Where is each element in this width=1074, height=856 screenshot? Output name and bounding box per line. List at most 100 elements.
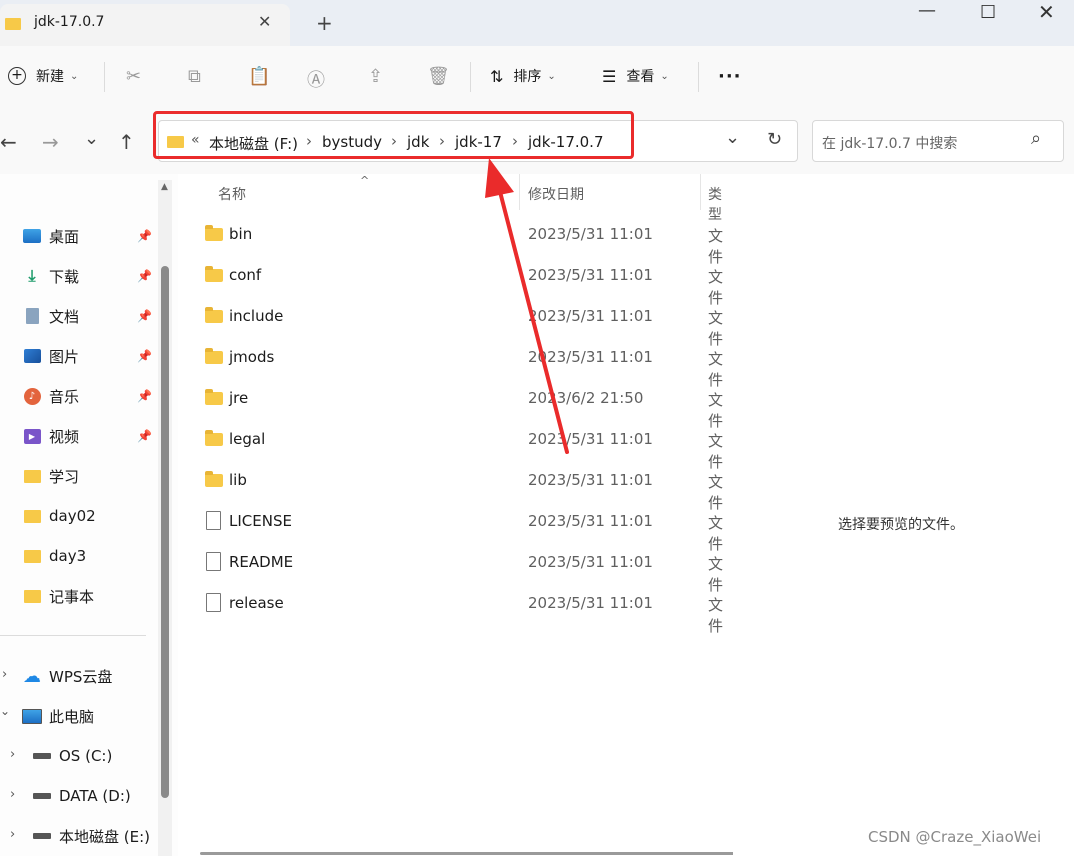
file-name: lib bbox=[229, 471, 247, 489]
sidebar-item-label: 桌面 bbox=[49, 227, 80, 246]
minimize-button[interactable]: — bbox=[918, 0, 936, 21]
sidebar-item-label: 学习 bbox=[49, 467, 80, 486]
file-row[interactable]: bin 2023/5/31 11:01 文件 bbox=[178, 214, 733, 266]
sidebar-item-wps-cloud[interactable]: ☁ WPS云盘 bbox=[22, 663, 112, 689]
pin-icon[interactable]: 📌 bbox=[137, 429, 152, 443]
file-name: README bbox=[229, 553, 294, 571]
file-row[interactable]: jmods 2023/5/31 11:01 文件 bbox=[178, 337, 733, 389]
sidebar-item-label: DATA (D:) bbox=[59, 787, 131, 805]
share-icon[interactable]: ⇪ bbox=[368, 66, 383, 87]
sidebar-item-downloads[interactable]: ⤓ 下载 bbox=[22, 263, 79, 289]
sidebar-item-label: 文档 bbox=[49, 307, 80, 326]
file-row[interactable]: LICENSE 2023/5/31 11:01 文件 bbox=[178, 501, 733, 553]
sidebar-item-label: 图片 bbox=[49, 347, 80, 366]
preview-pane: 选择要预览的文件。 bbox=[733, 174, 1074, 856]
sidebar-divider bbox=[0, 635, 146, 636]
sort-button[interactable]: ⇅ 排序 ⌄ bbox=[490, 66, 556, 86]
sidebar-item-desktop[interactable]: 桌面 bbox=[22, 223, 79, 249]
folder-icon bbox=[205, 225, 223, 241]
folder-icon bbox=[5, 18, 21, 30]
horizontal-scrollbar[interactable] bbox=[200, 852, 740, 855]
more-options-button[interactable]: ··· bbox=[718, 66, 742, 87]
sidebar-scrollbar[interactable]: ▲ bbox=[158, 180, 172, 856]
back-button[interactable]: ← bbox=[0, 130, 17, 154]
plus-circle-icon: + bbox=[8, 67, 26, 85]
tab-close-icon[interactable]: ✕ bbox=[258, 12, 271, 31]
column-divider[interactable] bbox=[700, 174, 701, 210]
pin-icon[interactable]: 📌 bbox=[137, 269, 152, 283]
document-icon bbox=[22, 307, 42, 325]
sort-icon: ⇅ bbox=[490, 66, 504, 86]
sidebar-item-day3[interactable]: day3 bbox=[22, 543, 86, 569]
file-name: jmods bbox=[229, 348, 275, 366]
search-icon[interactable]: ⌕ bbox=[1031, 128, 1041, 149]
expand-chevron-icon[interactable]: › bbox=[10, 787, 15, 802]
file-row[interactable]: README 2023/5/31 11:01 文件 bbox=[178, 542, 733, 594]
annotation-arrow-shaft bbox=[495, 178, 569, 454]
file-icon bbox=[206, 593, 221, 612]
drive-icon bbox=[32, 827, 52, 845]
file-date: 2023/5/31 11:01 bbox=[528, 512, 653, 530]
sidebar-item-label: 视频 bbox=[49, 427, 80, 446]
toolbar-divider bbox=[470, 62, 471, 92]
sidebar-item-pictures[interactable]: 图片 bbox=[22, 343, 79, 369]
pin-icon[interactable]: 📌 bbox=[137, 229, 152, 243]
sidebar-item-notepad[interactable]: 记事本 bbox=[22, 583, 94, 609]
up-button[interactable]: ↑ bbox=[118, 130, 135, 154]
sidebar-item-videos[interactable]: ▶ 视频 bbox=[22, 423, 79, 449]
folder-icon bbox=[22, 467, 42, 485]
scroll-up-arrow[interactable]: ▲ bbox=[161, 182, 168, 192]
file-row[interactable]: include 2023/5/31 11:01 文件 bbox=[178, 296, 733, 348]
collapse-chevron-icon[interactable]: ⌄ bbox=[0, 704, 10, 718]
file-row[interactable]: conf 2023/5/31 11:01 文件 bbox=[178, 255, 733, 307]
delete-icon[interactable]: 🗑 bbox=[427, 66, 450, 87]
sort-indicator-icon: ^ bbox=[360, 174, 370, 187]
file-icon bbox=[206, 552, 221, 571]
rename-icon[interactable]: Ⓐ bbox=[307, 66, 325, 92]
file-name: LICENSE bbox=[229, 512, 292, 530]
file-type: 文件 bbox=[708, 596, 724, 635]
search-input[interactable]: 在 jdk-17.0.7 中搜索 ⌕ bbox=[812, 120, 1064, 162]
copy-icon[interactable]: ⧉ bbox=[188, 66, 201, 87]
paste-icon[interactable]: 📋 bbox=[248, 66, 270, 87]
recent-locations-button[interactable]: ⌄ bbox=[84, 128, 99, 149]
scrollbar-thumb[interactable] bbox=[161, 266, 169, 798]
new-tab-button[interactable]: + bbox=[316, 11, 333, 35]
sidebar-item-drive-c[interactable]: OS (C:) bbox=[32, 743, 112, 769]
file-name: release bbox=[229, 594, 284, 612]
expand-chevron-icon[interactable]: › bbox=[2, 667, 7, 682]
folder-icon bbox=[205, 430, 223, 446]
sidebar-item-documents[interactable]: 文档 bbox=[22, 303, 79, 329]
sidebar-item-drive-e[interactable]: 本地磁盘 (E:) bbox=[32, 823, 150, 849]
expand-chevron-icon[interactable]: › bbox=[10, 827, 15, 842]
sidebar-item-drive-d[interactable]: DATA (D:) bbox=[32, 783, 131, 809]
expand-chevron-icon[interactable]: › bbox=[10, 747, 15, 762]
pin-icon[interactable]: 📌 bbox=[137, 349, 152, 363]
file-row[interactable]: legal 2023/5/31 11:01 文件 bbox=[178, 419, 733, 471]
maximize-button[interactable]: ☐ bbox=[980, 2, 996, 23]
column-header-name[interactable]: 名称 bbox=[218, 184, 246, 204]
cut-icon[interactable]: ✂ bbox=[126, 66, 141, 87]
sidebar-item-label: 记事本 bbox=[49, 587, 95, 606]
file-name: include bbox=[229, 307, 284, 325]
address-dropdown-icon[interactable]: ⌄ bbox=[725, 127, 740, 148]
pin-icon[interactable]: 📌 bbox=[137, 389, 152, 403]
file-row[interactable]: jre 2023/6/2 21:50 文件 bbox=[178, 378, 733, 430]
file-icon bbox=[206, 511, 221, 530]
refresh-icon[interactable]: ↻ bbox=[767, 129, 782, 150]
watermark: CSDN @Craze_XiaoWei bbox=[868, 828, 1042, 846]
sidebar-item-music[interactable]: ♪ 音乐 bbox=[22, 383, 79, 409]
close-window-button[interactable]: ✕ bbox=[1038, 0, 1055, 24]
sidebar-item-day02[interactable]: day02 bbox=[22, 503, 96, 529]
view-button[interactable]: ☰ 查看 ⌄ bbox=[602, 66, 669, 86]
file-row[interactable]: release 2023/5/31 11:01 文件 bbox=[178, 583, 733, 635]
forward-button[interactable]: → bbox=[42, 130, 59, 154]
sidebar-item-this-pc[interactable]: 此电脑 bbox=[22, 703, 94, 729]
file-row[interactable]: lib 2023/5/31 11:01 文件 bbox=[178, 460, 733, 512]
new-button[interactable]: + 新建 ⌄ bbox=[8, 66, 78, 86]
view-icon: ☰ bbox=[602, 66, 617, 86]
pin-icon[interactable]: 📌 bbox=[137, 309, 152, 323]
file-list: ^ 名称 修改日期 类型 bin 2023/5/31 11:01 文件 conf… bbox=[178, 174, 740, 856]
navigation-pane: ▲ 桌面 📌 ⤓ 下载 📌 文档 📌 图片 📌 ♪ 音乐 📌 ▶ 视频 📌 学习… bbox=[0, 174, 178, 856]
sidebar-item-study[interactable]: 学习 bbox=[22, 463, 79, 489]
